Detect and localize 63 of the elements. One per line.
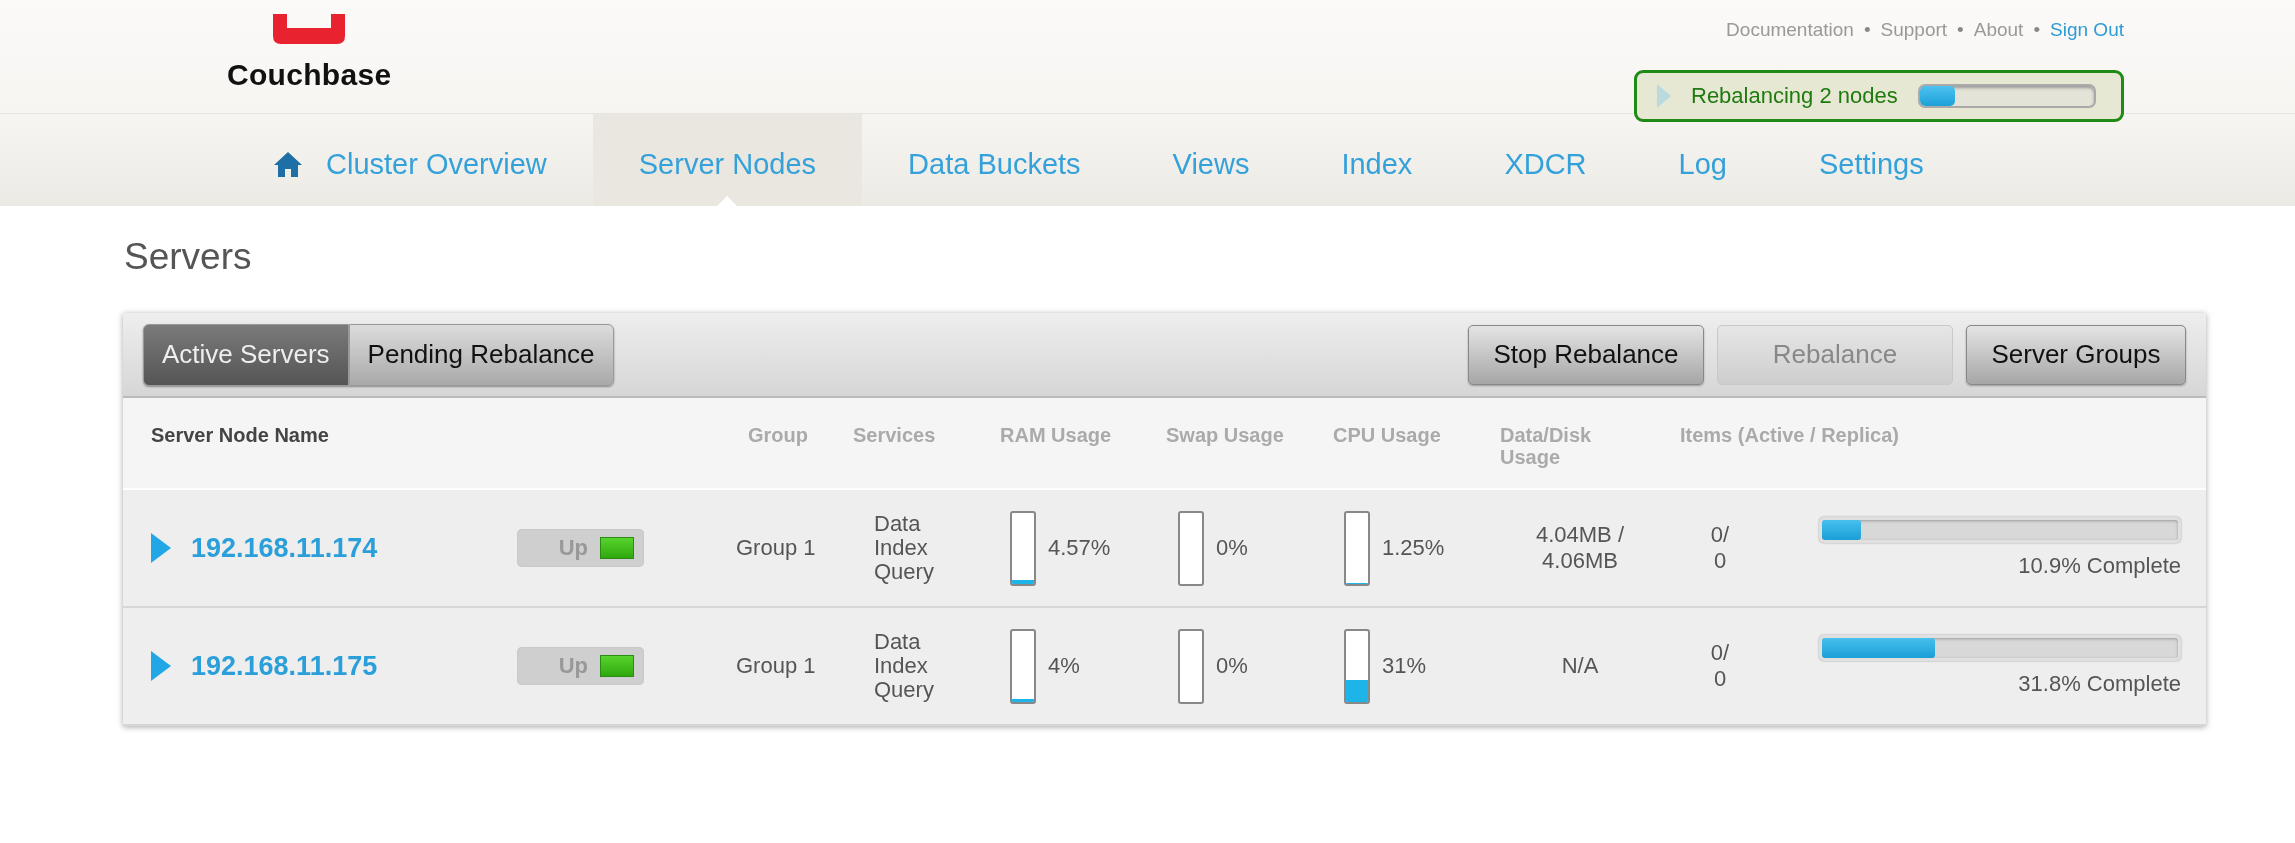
data-disk-value: N/A xyxy=(1561,653,1599,679)
group-cell-text: Group 1 xyxy=(735,535,817,561)
items-value: 0/ xyxy=(1710,522,1730,548)
data-disk-value: 4.06MB xyxy=(1542,548,1618,574)
service-name: Query xyxy=(874,678,934,702)
group-cell-text: Group 1 xyxy=(735,653,817,679)
header-link[interactable]: Support xyxy=(1880,19,1948,41)
items-value: 0 xyxy=(1713,666,1727,692)
separator-dot: • xyxy=(2033,19,2041,41)
expand-triangle-icon[interactable] xyxy=(151,651,171,681)
usage-reading: 4.57% xyxy=(1048,535,1111,561)
column-header: Services xyxy=(852,423,937,448)
items-value: 0/ xyxy=(1710,640,1730,666)
view-tab[interactable]: Pending Rebalance xyxy=(348,323,614,386)
data-disk-value: 4.04MB / xyxy=(1535,522,1624,548)
header-link[interactable]: Documentation xyxy=(1726,19,1854,41)
nav-tab[interactable]: Views xyxy=(1126,142,1296,186)
usage-reading: 0% xyxy=(1216,535,1248,561)
service-name: Data xyxy=(874,512,921,536)
column-header: RAM Usage xyxy=(999,423,1113,448)
view-tab[interactable]: Active Servers xyxy=(143,323,349,386)
header-link[interactable]: Sign Out xyxy=(2050,19,2124,41)
status-light-icon xyxy=(600,537,634,559)
triangle-icon xyxy=(1657,84,1671,108)
column-header: Swap Usage xyxy=(1165,423,1285,448)
toolbar-button[interactable]: Stop Rebalance xyxy=(1468,324,1704,385)
usage-reading: 4% xyxy=(1048,653,1080,679)
service-name: Index xyxy=(874,654,928,678)
separator-dot: • xyxy=(1863,19,1871,41)
service-name: Query xyxy=(874,560,934,584)
usage-reading: 1.25% xyxy=(1382,535,1445,561)
items-value: 0 xyxy=(1713,548,1727,574)
service-name: Data xyxy=(874,630,921,654)
usage-reading: 0% xyxy=(1216,653,1248,679)
nav-tab[interactable]: Server Nodes xyxy=(592,114,863,206)
toolbar-button[interactable]: Server Groups xyxy=(1966,324,2186,385)
column-header: Items (Active / Replica) xyxy=(1679,423,1900,448)
status-text: Rebalancing 2 nodes xyxy=(1691,83,1898,109)
page-title: Servers xyxy=(124,235,253,279)
column-header: CPU Usage xyxy=(1332,423,1442,448)
expand-triangle-icon[interactable] xyxy=(151,533,171,563)
server-name-link[interactable]: 192.168.11.174 xyxy=(191,532,378,564)
progress-text: 10.9% Complete xyxy=(2018,553,2181,579)
usage-reading: 31% xyxy=(1382,653,1427,679)
column-header: Server Node Name xyxy=(150,423,330,448)
header-link[interactable]: About xyxy=(1973,19,2024,41)
logo-text: Couchbase xyxy=(227,58,392,92)
rebalance-status-panel[interactable]: Rebalancing 2 nodes xyxy=(1634,70,2124,122)
status-light-icon xyxy=(600,655,634,677)
separator-dot: • xyxy=(1957,19,1964,41)
service-name: Index xyxy=(874,536,928,560)
nav-tab[interactable]: Index xyxy=(1295,142,1459,186)
nav-tab[interactable]: Cluster Overview xyxy=(228,142,593,186)
home-icon xyxy=(274,151,302,177)
nav-tab[interactable]: Data Buckets xyxy=(862,142,1127,186)
column-header: Data/Disk Usage xyxy=(1499,423,1593,470)
column-header: Group xyxy=(747,423,809,448)
progress-text: 31.8% Complete xyxy=(2018,671,2181,697)
logo-icon xyxy=(273,14,346,44)
nav-tab[interactable]: XDCR xyxy=(1458,142,1633,186)
server-name-link[interactable]: 192.168.11.175 xyxy=(191,650,378,682)
nav-tab[interactable]: Log xyxy=(1632,142,1773,186)
nav-tab[interactable]: Settings xyxy=(1772,142,1970,186)
